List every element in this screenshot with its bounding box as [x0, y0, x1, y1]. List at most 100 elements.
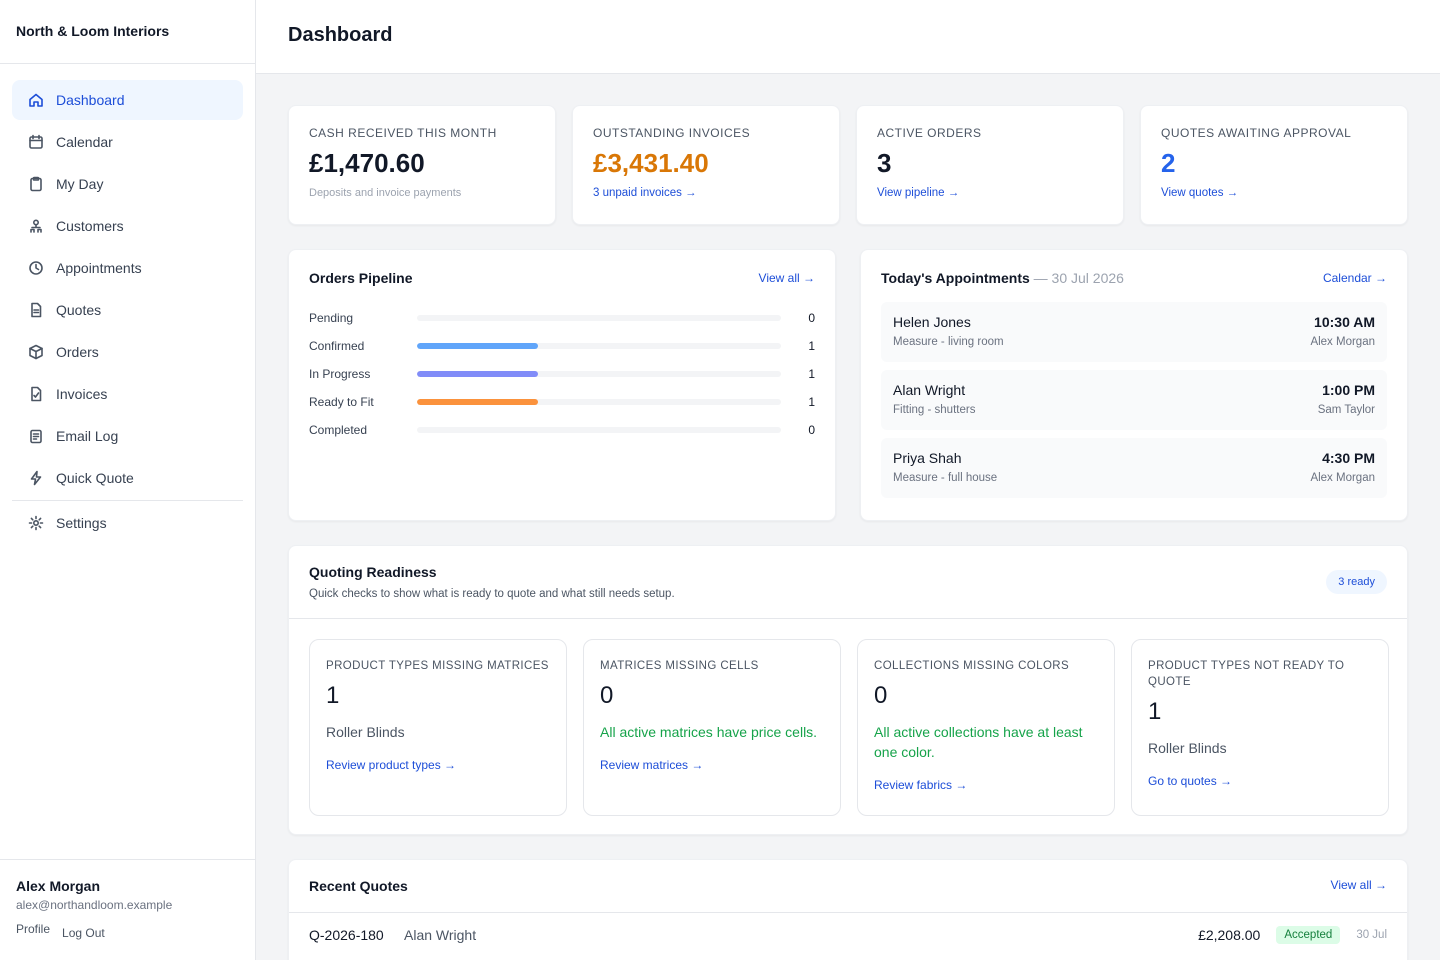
sidebar-item-label: Customers — [56, 218, 124, 234]
pipeline-track — [417, 315, 781, 321]
readiness-check-card: Collections missing colors 0 All active … — [857, 639, 1115, 816]
appointments-date: — 30 Jul 2026 — [1029, 270, 1124, 286]
logout-button[interactable]: Log Out — [62, 922, 105, 940]
review-matrices-link[interactable]: Review matrices → — [600, 758, 703, 772]
appointment-description: Measure - living room — [893, 336, 1004, 348]
recent-quotes-view-all-link[interactable]: View all → — [1331, 878, 1387, 912]
document-icon — [28, 302, 44, 318]
orders-pipeline-card: Orders Pipeline View all → Pending 0 Con… — [288, 249, 836, 521]
recent-quotes-card: Recent Quotes View all → Q-2026-180 Alan… — [288, 859, 1408, 960]
pipeline-stage-count: 0 — [808, 311, 815, 325]
appointment-staff: Alex Morgan — [1310, 336, 1375, 348]
main-area: Dashboard Cash received this month £1,47… — [256, 0, 1440, 960]
sidebar-item-appointments[interactable]: Appointments — [12, 248, 243, 288]
calendar-link[interactable]: Calendar → — [1323, 271, 1387, 285]
stat-active-orders: Active orders 3 View pipeline → — [856, 105, 1124, 225]
pipeline-title: Orders Pipeline — [309, 270, 413, 286]
pipeline-stage-count: 1 — [808, 367, 815, 381]
sidebar-item-orders[interactable]: Orders — [12, 332, 243, 372]
sidebar-item-dashboard[interactable]: Dashboard — [12, 80, 243, 120]
stat-label: Quotes awaiting approval — [1161, 126, 1352, 140]
appointment-time: 4:30 PM — [1322, 450, 1375, 466]
stat-label: Outstanding invoices — [593, 126, 751, 140]
sidebar-item-label: Invoices — [56, 386, 108, 402]
stat-subtext: Deposits and invoice payments — [309, 187, 462, 199]
receipt-icon — [28, 386, 44, 402]
check-value: 1 — [326, 682, 340, 709]
stat-value: £3,431.40 — [593, 148, 709, 178]
unpaid-invoices-link[interactable]: 3 unpaid invoices → — [593, 187, 697, 199]
clipboard-icon — [28, 176, 44, 192]
check-note: Roller Blinds — [326, 724, 405, 740]
appointment-time: 10:30 AM — [1314, 314, 1375, 330]
pipeline-row: Ready to Fit 1 — [309, 388, 815, 416]
stat-value: 3 — [877, 148, 892, 178]
check-value: 0 — [874, 682, 888, 709]
pipeline-track — [417, 371, 781, 377]
quote-row[interactable]: Q-2026-180 Alan Wright £2,208.00 Accepte… — [289, 913, 1407, 957]
profile-link[interactable]: Profile — [16, 922, 50, 940]
view-pipeline-link[interactable]: View pipeline → — [877, 187, 959, 199]
pipeline-track — [417, 427, 781, 433]
review-product-types-link[interactable]: Review product types → — [326, 758, 456, 772]
quote-customer: Alan Wright — [404, 927, 477, 943]
appointment-staff: Sam Taylor — [1317, 404, 1375, 416]
users-icon — [28, 218, 44, 234]
sidebar-item-my-day[interactable]: My Day — [12, 164, 243, 204]
clock-icon — [28, 260, 44, 276]
pipeline-stage-label: In Progress — [309, 367, 371, 381]
sidebar-item-quick-quote[interactable]: Quick Quote — [12, 458, 243, 498]
sidebar: North & Loom Interiors Dashboard Calenda… — [0, 0, 256, 960]
user-email: alex@northandloom.example — [16, 898, 173, 912]
pipeline-stage-label: Completed — [309, 423, 368, 437]
box-icon — [28, 344, 44, 360]
sidebar-item-customers[interactable]: Customers — [12, 206, 243, 246]
check-value: 0 — [600, 682, 614, 709]
pipeline-row: Pending 0 — [309, 304, 815, 332]
review-fabrics-link[interactable]: Review fabrics → — [874, 778, 967, 792]
pipeline-stage-label: Ready to Fit — [309, 395, 374, 409]
quote-amount: £2,208.00 — [1198, 927, 1261, 943]
view-quotes-link[interactable]: View quotes → — [1161, 187, 1238, 199]
quote-id: Q-2026-180 — [309, 927, 384, 943]
go-to-quotes-link[interactable]: Go to quotes → — [1148, 774, 1232, 788]
appointment-item[interactable]: Helen Jones Measure - living room 10:30 … — [881, 302, 1387, 362]
appointment-description: Measure - full house — [893, 472, 998, 484]
recent-quotes-title: Recent Quotes — [309, 878, 408, 894]
sidebar-item-label: Appointments — [56, 260, 142, 276]
appointment-description: Fitting - shutters — [893, 404, 976, 416]
pipeline-track — [417, 399, 781, 405]
sidebar-nav: Dashboard Calendar My Day Customers Appo… — [0, 64, 255, 543]
sidebar-item-invoices[interactable]: Invoices — [12, 374, 243, 414]
readiness-subtitle: Quick checks to show what is ready to qu… — [309, 588, 675, 600]
pipeline-row: In Progress 1 — [309, 360, 815, 388]
pipeline-view-all-link[interactable]: View all → — [759, 271, 815, 285]
quoting-readiness-card: Quoting Readiness Quick checks to show w… — [288, 545, 1408, 835]
top-bar: Dashboard — [256, 0, 1440, 74]
sidebar-item-email-log[interactable]: Email Log — [12, 416, 243, 456]
appointment-customer: Priya Shah — [893, 450, 962, 466]
sidebar-item-label: Quick Quote — [56, 470, 134, 486]
ready-count-badge: 3 ready — [1326, 570, 1387, 594]
pipeline-row: Confirmed 1 — [309, 332, 815, 360]
sidebar-item-label: Settings — [56, 515, 107, 531]
stats-row: Cash received this month £1,470.60 Depos… — [288, 105, 1408, 225]
sidebar-item-quotes[interactable]: Quotes — [12, 290, 243, 330]
pipeline-stage-label: Pending — [309, 311, 354, 325]
sidebar-item-label: Dashboard — [56, 92, 125, 108]
appointment-customer: Alan Wright — [893, 382, 966, 398]
appointment-item[interactable]: Priya Shah Measure - full house 4:30 PM … — [881, 438, 1387, 498]
pipeline-list: Pending 0 Confirmed 1 In Progress 1 Read… — [309, 304, 815, 444]
appointment-item[interactable]: Alan Wright Fitting - shutters 1:00 PM S… — [881, 370, 1387, 430]
check-value: 1 — [1148, 698, 1162, 725]
home-icon — [28, 92, 44, 108]
check-note: All active matrices have price cells. — [600, 724, 818, 740]
sidebar-item-calendar[interactable]: Calendar — [12, 122, 243, 162]
pipeline-stage-label: Confirmed — [309, 339, 365, 353]
pipeline-row: Completed 0 — [309, 416, 815, 444]
sidebar-item-settings[interactable]: Settings — [12, 503, 243, 543]
stat-label: Cash received this month — [309, 126, 497, 140]
check-label: Matrices missing cells — [600, 660, 759, 672]
check-label: Product types not ready to quote — [1148, 660, 1345, 688]
sidebar-item-label: Quotes — [56, 302, 102, 318]
